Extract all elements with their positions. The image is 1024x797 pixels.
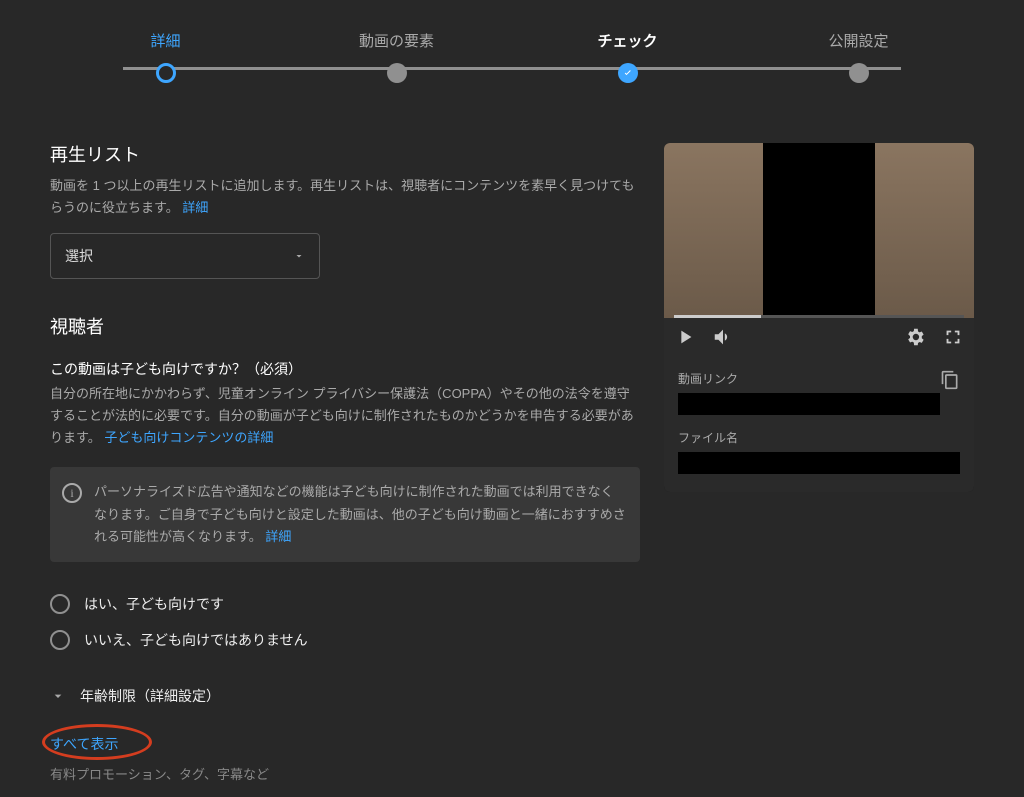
preview-panel: 動画リンク ファイル名: [664, 143, 974, 783]
playlist-desc: 動画を 1 つ以上の再生リストに追加します。再生リストは、視聴者にコンテンツを素…: [50, 175, 640, 219]
playlist-select[interactable]: 選択: [50, 233, 320, 279]
kids-info-box: i パーソナライズド広告や通知などの機能は子ども向けに制作された動画では利用でき…: [50, 467, 640, 561]
step-dot: [387, 63, 407, 83]
step-elements[interactable]: 動画の要素: [281, 30, 512, 83]
upload-stepper: 詳細 動画の要素 チェック 公開設定: [0, 0, 1024, 113]
step-details[interactable]: 詳細: [50, 30, 281, 83]
step-visibility[interactable]: 公開設定: [743, 30, 974, 83]
age-restriction-expand[interactable]: 年齢制限（詳細設定）: [50, 686, 640, 706]
gear-icon[interactable]: [904, 326, 926, 348]
step-label: 詳細: [150, 30, 180, 51]
video-link-label: 動画リンク: [678, 370, 940, 387]
chevron-down-icon: [50, 688, 66, 704]
radio-icon: [50, 630, 70, 650]
check-icon: [622, 67, 634, 79]
file-name-label: ファイル名: [678, 429, 960, 446]
kids-content-learn-more-link[interactable]: 子ども向けコンテンツの詳細: [104, 430, 273, 445]
playlist-title: 再生リスト: [50, 141, 640, 167]
radio-no-kids[interactable]: いいえ、子ども向けではありません: [50, 622, 640, 658]
audience-desc: 自分の所在地にかかわらず、児童オンライン プライバシー保護法（COPPA）やその…: [50, 383, 640, 449]
show-all-link[interactable]: すべて表示: [50, 734, 118, 754]
info-icon: i: [62, 483, 82, 503]
step-label: 動画の要素: [359, 30, 434, 51]
step-label: 公開設定: [828, 30, 888, 51]
video-content-mask: [763, 143, 875, 318]
radio-icon: [50, 594, 70, 614]
step-dot-active: [618, 63, 638, 83]
step-dot-done: [156, 63, 176, 83]
playlist-learn-more-link[interactable]: 詳細: [182, 200, 208, 215]
info-learn-more-link[interactable]: 詳細: [265, 529, 291, 544]
step-label: チェック: [597, 30, 657, 51]
fullscreen-icon[interactable]: [942, 326, 964, 348]
video-link-value[interactable]: [678, 393, 940, 415]
step-dot: [849, 63, 869, 83]
select-value: 選択: [65, 246, 93, 266]
volume-icon[interactable]: [712, 326, 734, 348]
video-preview-card: 動画リンク ファイル名: [664, 143, 974, 492]
radio-yes-kids[interactable]: はい、子ども向けです: [50, 586, 640, 622]
show-all-note: 有料プロモーション、タグ、字幕など: [50, 764, 640, 783]
video-controls: [664, 318, 974, 356]
main-form: 再生リスト 動画を 1 つ以上の再生リストに追加します。再生リストは、視聴者にコ…: [50, 113, 640, 783]
progress-bar[interactable]: [674, 315, 964, 318]
copy-icon[interactable]: [940, 370, 960, 390]
audience-radio-group: はい、子ども向けです いいえ、子ども向けではありません: [50, 586, 640, 658]
audience-question: この動画は子ども向けですか？（必須）: [50, 359, 640, 379]
file-name-value: [678, 452, 960, 474]
chevron-down-icon: [293, 250, 305, 262]
video-thumbnail[interactable]: [664, 143, 974, 318]
play-icon[interactable]: [674, 326, 696, 348]
step-checks[interactable]: チェック: [512, 30, 743, 83]
audience-title: 視聴者: [50, 313, 640, 339]
